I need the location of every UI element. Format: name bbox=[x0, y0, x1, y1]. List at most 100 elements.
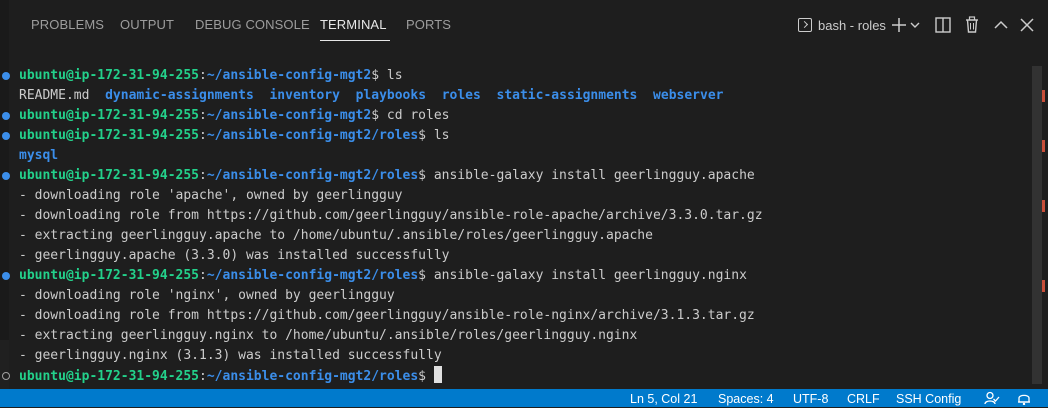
command-success-dot[interactable] bbox=[2, 112, 10, 120]
active-tab-indicator bbox=[320, 40, 390, 41]
command-pending-dot[interactable] bbox=[2, 372, 10, 380]
prompt-user-host: ubuntu@ip-172-31-94-255 bbox=[19, 128, 200, 143]
terminal-line-output: - geerlingguy.nginx (3.1.3) was installe… bbox=[19, 348, 442, 363]
dir-entry: static-assignments bbox=[496, 88, 638, 103]
overview-ruler-mark bbox=[1042, 280, 1045, 292]
new-terminal-button[interactable] bbox=[889, 14, 909, 36]
close-panel-button[interactable] bbox=[1017, 14, 1037, 36]
prompt-path: ~/ansible-config-mgt2/roles bbox=[206, 268, 419, 283]
terminal-line-prompt: ubuntu@ip-172-31-94-255:~/ansible-config… bbox=[2, 106, 1028, 126]
tab-terminal[interactable]: TERMINAL bbox=[320, 17, 387, 32]
dir-entry: inventory bbox=[269, 88, 340, 103]
prompt-dollar: $ bbox=[371, 108, 387, 123]
tab-ports[interactable]: PORTS bbox=[406, 17, 451, 32]
left-edge-upper bbox=[0, 0, 9, 340]
status-indentation[interactable]: Spaces: 4 bbox=[718, 392, 774, 406]
terminal-line-output: - downloading role 'nginx', owned by gee… bbox=[19, 288, 395, 303]
prompt-colon: : bbox=[199, 369, 207, 384]
overview-ruler-mark bbox=[1042, 90, 1045, 102]
terminal-line-output: README.md dynamic-assignments inventory … bbox=[19, 86, 1028, 106]
command-success-dot[interactable] bbox=[2, 72, 10, 80]
dir-entry: dynamic-assignments bbox=[105, 88, 254, 103]
terminal-line-output: - downloading role from https://github.c… bbox=[19, 308, 755, 323]
terminal-line-output: mysql bbox=[19, 146, 1028, 166]
text-cursor bbox=[433, 366, 442, 383]
tab-debug-console[interactable]: DEBUG CONSOLE bbox=[195, 17, 310, 32]
prompt-dollar: $ bbox=[371, 68, 387, 83]
status-account[interactable] bbox=[984, 391, 1000, 408]
terminal-line-prompt: ubuntu@ip-172-31-94-255:~/ansible-config… bbox=[2, 66, 1028, 86]
command-text: ls bbox=[386, 68, 403, 83]
prompt-colon: : bbox=[199, 268, 207, 283]
scrollbar-thumb[interactable] bbox=[1032, 66, 1042, 384]
terminal-line-current-prompt: ubuntu@ip-172-31-94-255:~/ansible-config… bbox=[2, 366, 1028, 386]
command-text: ansible-galaxy install geerlingguy.apach… bbox=[433, 168, 755, 183]
file-readme: README.md bbox=[19, 88, 90, 103]
split-terminal-button[interactable] bbox=[933, 14, 953, 36]
prompt-dollar: $ bbox=[418, 268, 434, 283]
terminal-output[interactable]: ubuntu@ip-172-31-94-255:~/ansible-config… bbox=[2, 66, 1028, 386]
command-success-dot[interactable] bbox=[2, 172, 10, 180]
terminal-selector-label: bash - roles bbox=[818, 17, 886, 33]
terminal-line-output: - extracting geerlingguy.apache to /home… bbox=[19, 228, 653, 243]
left-edge-lower bbox=[0, 340, 9, 390]
kill-terminal-button[interactable] bbox=[962, 14, 982, 36]
left-edge bbox=[0, 0, 9, 407]
prompt-path: ~/ansible-config-mgt2 bbox=[206, 108, 372, 123]
command-success-dot[interactable] bbox=[2, 272, 10, 280]
overview-ruler-mark bbox=[1042, 200, 1045, 212]
prompt-user-host: ubuntu@ip-172-31-94-255 bbox=[19, 68, 200, 83]
command-success-dot[interactable] bbox=[2, 132, 10, 140]
prompt-dollar: $ bbox=[418, 369, 434, 384]
prompt-path: ~/ansible-config-mgt2 bbox=[206, 68, 372, 83]
prompt-colon: : bbox=[199, 168, 207, 183]
terminal-line-prompt: ubuntu@ip-172-31-94-255:~/ansible-config… bbox=[2, 166, 1028, 186]
terminal-line-output: - downloading role from https://github.c… bbox=[19, 208, 763, 223]
terminal-icon bbox=[798, 18, 812, 32]
tab-problems[interactable]: PROBLEMS bbox=[31, 17, 104, 32]
terminal-line-output: - geerlingguy.apache (3.3.0) was install… bbox=[19, 248, 450, 263]
chevron-down-icon bbox=[910, 22, 920, 28]
terminal-scrollbar[interactable] bbox=[1032, 66, 1045, 384]
close-icon bbox=[1020, 18, 1034, 32]
status-notifications[interactable] bbox=[1016, 391, 1032, 408]
terminal-dropdown-button[interactable] bbox=[908, 14, 922, 36]
dir-entry: webserver bbox=[653, 88, 724, 103]
tab-output[interactable]: OUTPUT bbox=[120, 17, 174, 32]
prompt-user-host: ubuntu@ip-172-31-94-255 bbox=[19, 268, 200, 283]
terminal-line-output: - downloading role 'apache', owned by ge… bbox=[19, 188, 403, 203]
prompt-colon: : bbox=[199, 68, 207, 83]
prompt-dollar: $ bbox=[418, 168, 434, 183]
command-text: ansible-galaxy install geerlingguy.nginx bbox=[433, 268, 747, 283]
prompt-user-host: ubuntu@ip-172-31-94-255 bbox=[19, 369, 200, 384]
status-encoding[interactable]: UTF-8 bbox=[793, 392, 828, 406]
bell-icon bbox=[1018, 394, 1030, 406]
status-eol[interactable]: CRLF bbox=[847, 392, 880, 406]
trash-icon bbox=[966, 16, 978, 33]
split-icon bbox=[935, 17, 951, 33]
prompt-dollar: $ bbox=[418, 128, 434, 143]
prompt-path: ~/ansible-config-mgt2/roles bbox=[206, 168, 419, 183]
plus-icon bbox=[892, 18, 906, 32]
prompt-colon: : bbox=[199, 108, 207, 123]
status-language-mode[interactable]: SSH Config bbox=[896, 392, 961, 406]
prompt-path: ~/ansible-config-mgt2/roles bbox=[206, 128, 419, 143]
command-text: ls bbox=[433, 128, 450, 143]
dir-entry: mysql bbox=[19, 148, 59, 163]
prompt-user-host: ubuntu@ip-172-31-94-255 bbox=[19, 168, 200, 183]
chevron-up-icon bbox=[994, 20, 1008, 29]
maximize-panel-button[interactable] bbox=[991, 14, 1011, 36]
terminal-line-prompt: ubuntu@ip-172-31-94-255:~/ansible-config… bbox=[2, 266, 1028, 286]
terminal-selector[interactable]: bash - roles bbox=[798, 15, 886, 35]
prompt-path: ~/ansible-config-mgt2/roles bbox=[206, 369, 419, 384]
prompt-colon: : bbox=[199, 128, 207, 143]
terminal-line-prompt: ubuntu@ip-172-31-94-255:~/ansible-config… bbox=[2, 126, 1028, 146]
command-text: cd roles bbox=[386, 108, 450, 123]
terminal-line-output: - extracting geerlingguy.nginx to /home/… bbox=[19, 328, 638, 343]
overview-ruler-mark bbox=[1042, 140, 1045, 152]
panel-tab-bar: PROBLEMS OUTPUT DEBUG CONSOLE TERMINAL P… bbox=[9, 0, 1048, 50]
prompt-user-host: ubuntu@ip-172-31-94-255 bbox=[19, 108, 200, 123]
status-bar: Ln 5, Col 21 Spaces: 4 UTF-8 CRLF SSH Co… bbox=[0, 389, 1048, 407]
status-cursor-position[interactable]: Ln 5, Col 21 bbox=[630, 392, 697, 406]
person-check-icon bbox=[984, 391, 1000, 405]
